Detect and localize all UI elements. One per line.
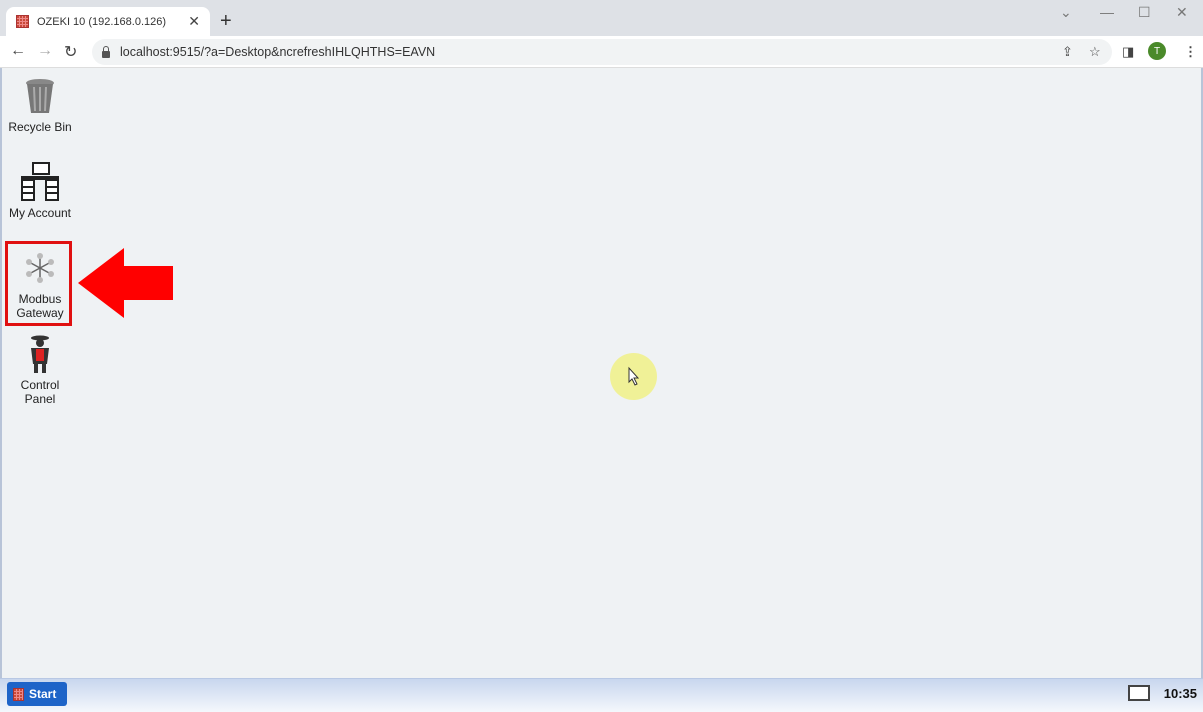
new-tab-icon[interactable]: + (220, 10, 232, 33)
bookmark-star-icon[interactable]: ☆ (1089, 44, 1101, 60)
desktop-icon-control-panel[interactable]: Control Panel (6, 334, 74, 406)
desktop-icon-my-account[interactable]: My Account (6, 162, 74, 220)
maximize-icon[interactable]: ☐ (1138, 4, 1151, 21)
side-panel-icon[interactable]: ◨ (1122, 44, 1134, 60)
control-panel-icon (6, 334, 74, 374)
desktop-icon-recycle-bin[interactable]: Recycle Bin (6, 76, 74, 134)
desktop-monitor-icon[interactable] (1128, 685, 1150, 701)
clock: 10:35 (1163, 686, 1197, 701)
browser-tab[interactable]: OZEKI 10 (192.168.0.126) ✕ (6, 7, 210, 36)
back-icon[interactable]: ← (10, 42, 26, 60)
menu-icon[interactable]: ⋮ (1184, 44, 1197, 60)
start-button[interactable]: Start (7, 682, 67, 706)
close-tab-icon[interactable]: ✕ (188, 13, 200, 30)
desk-icon (6, 162, 74, 202)
tab-search-icon[interactable]: ⌄ (1060, 4, 1072, 21)
ozeki-favicon-icon (16, 15, 29, 28)
url-text: localhost:9515/?a=Desktop&ncrefreshIHLQH… (120, 45, 436, 59)
reload-icon[interactable]: ↻ (64, 42, 77, 62)
lock-icon (102, 45, 110, 58)
red-arrow-annotation (78, 248, 173, 318)
highlight-box (5, 241, 72, 326)
tab-bar: OZEKI 10 (192.168.0.126) ✕ + ⌄ — ☐ ✕ (0, 0, 1203, 36)
forward-icon[interactable]: → (37, 42, 53, 60)
address-bar[interactable]: localhost:9515/?a=Desktop&ncrefreshIHLQH… (92, 39, 1112, 65)
desktop: Recycle Bin My Account Modbus Gateway Co… (0, 68, 1203, 678)
taskbar: Start 10:35 (0, 678, 1203, 712)
share-icon[interactable]: ⇪ (1062, 44, 1073, 60)
mouse-cursor-highlight (610, 353, 657, 400)
ozeki-logo-icon (13, 687, 24, 701)
browser-toolbar: ← → ↻ localhost:9515/?a=Desktop&ncrefres… (0, 36, 1203, 68)
recycle-bin-icon (6, 76, 74, 116)
minimize-icon[interactable]: — (1100, 4, 1114, 20)
profile-avatar[interactable]: T (1148, 42, 1166, 60)
tab-title: OZEKI 10 (192.168.0.126) (37, 15, 167, 28)
cursor-icon (628, 366, 640, 386)
close-window-icon[interactable]: ✕ (1176, 4, 1188, 21)
